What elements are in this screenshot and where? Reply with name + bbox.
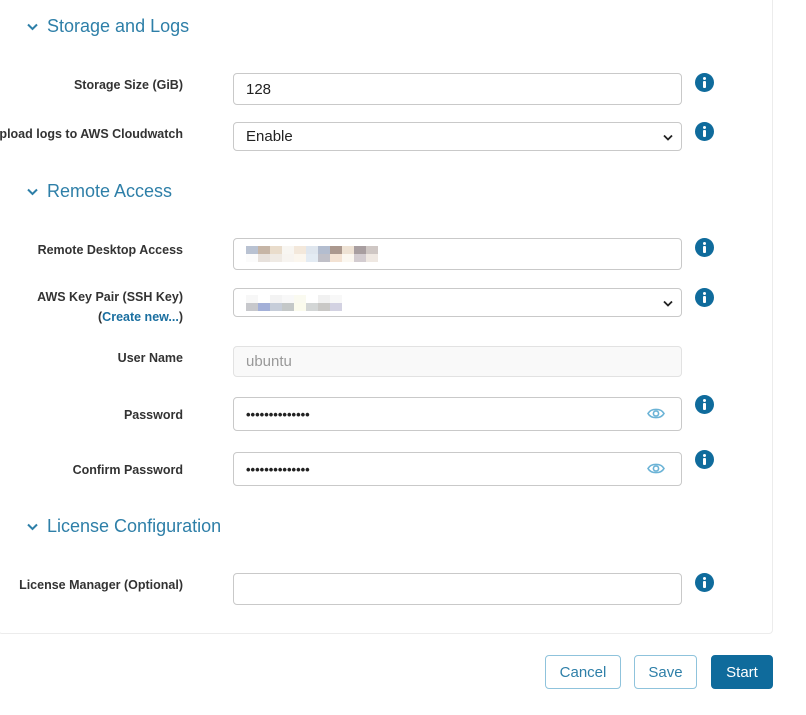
remote-desktop-input[interactable] [233,238,682,270]
redacted-value [246,294,342,311]
chevron-down-icon [27,23,38,30]
upload-logs-label: Upload logs to AWS Cloudwatch [0,127,183,141]
password-label: Password [123,408,183,422]
storage-size-value: 128 [246,80,272,98]
upload-logs-value: Enable [246,128,293,145]
key-pair-label: AWS Key Pair (SSH Key) (Create new...) [0,289,183,325]
user-name-label: User Name [117,351,183,365]
start-button[interactable]: Start [711,655,773,689]
eye-icon[interactable] [647,407,665,420]
section-title: Remote Access [47,181,173,201]
storage-size-label: Storage Size (GiB) [73,78,183,92]
upload-logs-select[interactable]: Enable [233,122,682,151]
create-new-link[interactable]: Create new... [102,310,179,324]
chevron-down-icon [663,134,673,141]
user-name-placeholder: ubuntu [246,353,292,370]
cancel-button[interactable]: Cancel [545,655,621,689]
info-icon[interactable] [695,288,714,307]
user-name-input[interactable]: ubuntu [233,346,682,377]
eye-icon[interactable] [647,462,665,475]
license-manager-input[interactable] [233,573,682,605]
info-icon[interactable] [695,450,714,469]
info-icon[interactable] [695,395,714,414]
confirm-password-value: •••••••••••••• [246,461,310,477]
section-license-configuration[interactable]: License Configuration [27,516,221,537]
chevron-down-icon [27,188,38,195]
license-manager-label: License Manager (Optional) [19,578,183,592]
section-title: Storage and Logs [47,16,190,36]
password-input[interactable]: •••••••••••••• [233,397,682,431]
save-button[interactable]: Save [634,655,697,689]
remote-desktop-label: Remote Desktop Access [37,243,183,257]
password-value: •••••••••••••• [246,406,310,422]
create-new-wrapper: (Create new...) [0,309,183,325]
section-title: License Configuration [47,516,222,536]
storage-size-input[interactable]: 128 [233,73,682,105]
section-remote-access[interactable]: Remote Access [27,181,172,202]
info-icon[interactable] [695,122,714,141]
paren-close: ) [178,310,183,324]
chevron-down-icon [27,523,38,530]
key-pair-label-text: AWS Key Pair (SSH Key) [37,290,183,304]
info-icon[interactable] [695,573,714,592]
key-pair-select[interactable] [233,288,682,317]
section-storage-and-logs[interactable]: Storage and Logs [27,16,189,37]
info-icon[interactable] [695,73,714,92]
info-icon[interactable] [695,238,714,257]
redacted-value [246,246,378,262]
confirm-password-input[interactable]: •••••••••••••• [233,452,682,486]
chevron-down-icon [663,300,673,307]
confirm-password-label: Confirm Password [72,463,183,477]
